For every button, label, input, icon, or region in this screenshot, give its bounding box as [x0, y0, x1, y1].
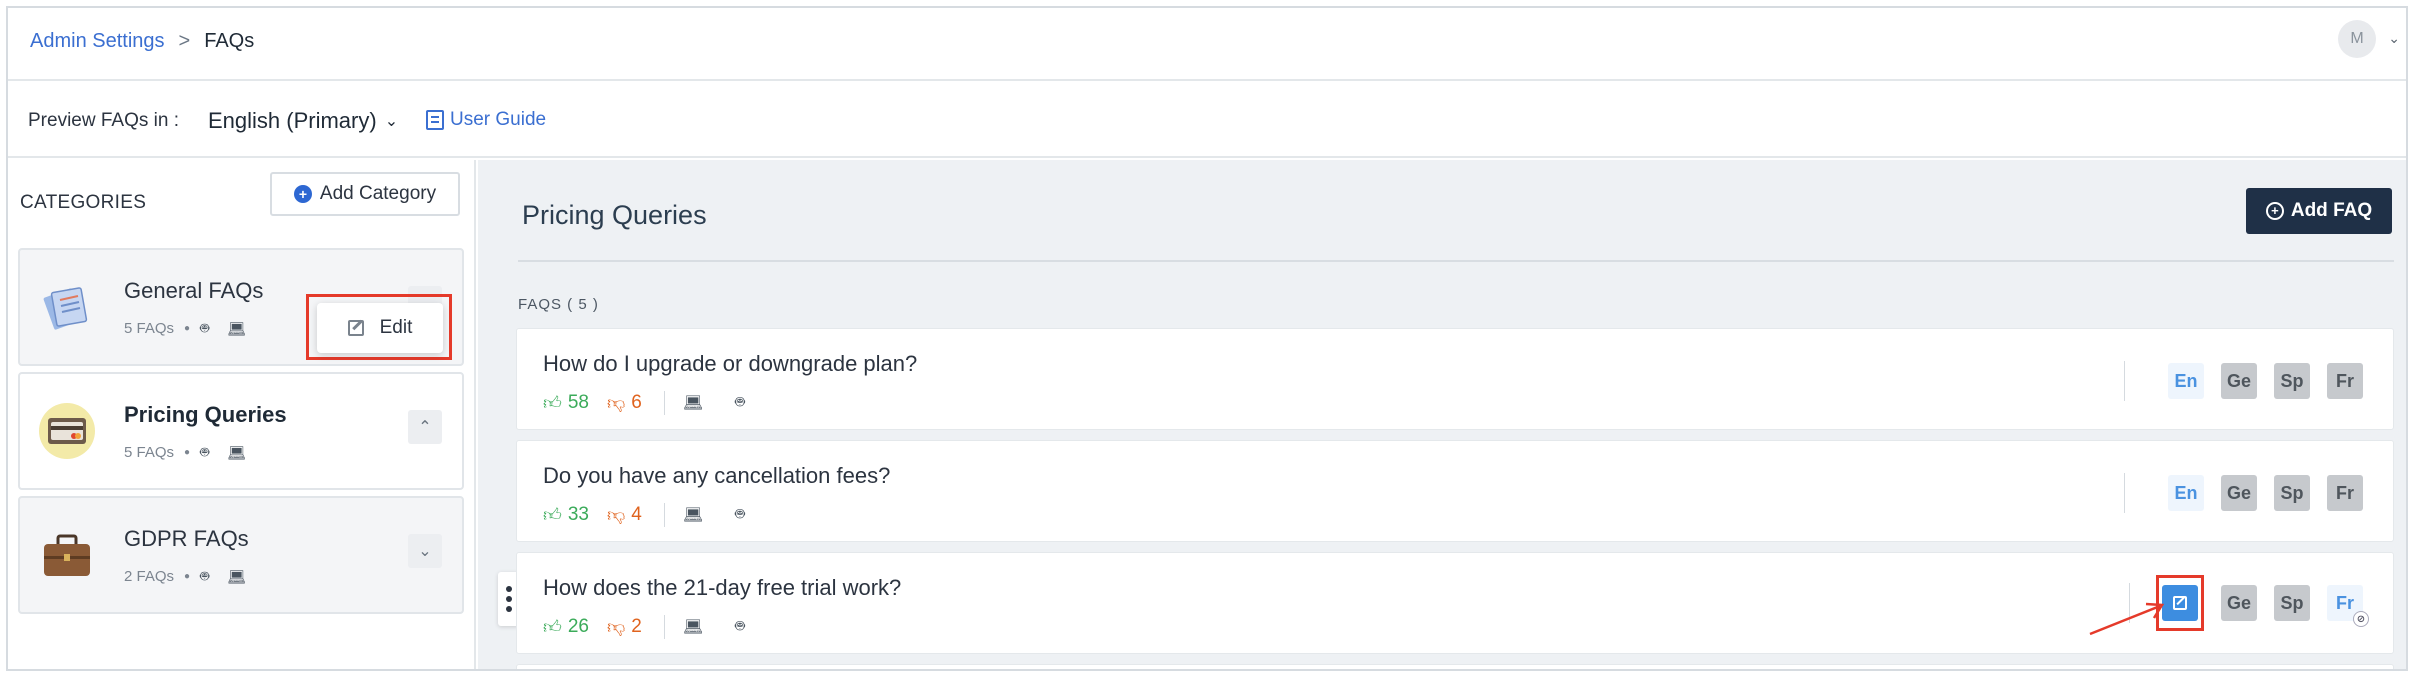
thumbs-up-icon: 👍︎	[543, 393, 562, 413]
eye-off-icon: ⊘	[2353, 611, 2369, 627]
faq-question: Do you have any cancellation fees?	[543, 463, 891, 488]
faq-stats: 👍︎ 33 👎︎ 4 💻︎ 🤖︎	[543, 503, 761, 527]
add-faq-label: Add FAQ	[2290, 200, 2373, 221]
categories-panel: CATEGORIES + Add Category General FAQs 5…	[8, 160, 476, 669]
laptop-icon: 💻︎	[682, 507, 704, 524]
lang-fr-button[interactable]: Fr	[2327, 363, 2363, 399]
thumbs-up-icon: 👍︎	[543, 505, 562, 525]
upvote-count: 👍︎ 26	[543, 616, 589, 637]
faqs-count: FAQS ( 5 )	[518, 296, 599, 313]
downvote-count: 👎︎ 6	[606, 392, 642, 413]
divider	[518, 260, 2394, 262]
edit-label: Edit	[379, 317, 413, 338]
briefcase-icon	[44, 534, 90, 576]
user-guide-link[interactable]: User Guide	[426, 109, 546, 131]
category-name: General FAQs	[124, 278, 264, 303]
breadcrumb-current: FAQs	[204, 30, 255, 52]
language-select[interactable]: English (Primary) ⌄	[208, 108, 398, 134]
downvote-count: 👎︎ 2	[606, 616, 642, 637]
avatar[interactable]: M	[2338, 20, 2376, 58]
top-header: Admin Settings > FAQs M ⌄	[8, 8, 2406, 81]
book-icon	[426, 110, 444, 130]
language-buttons: En Ge Sp Fr	[2124, 361, 2363, 401]
preview-bar: Preview FAQs in : English (Primary) ⌄ Us…	[8, 83, 2406, 158]
credit-card-icon	[39, 403, 95, 459]
android-icon: 🤖︎	[200, 444, 210, 461]
category-name: Pricing Queries	[124, 402, 287, 427]
user-guide-label: User Guide	[450, 109, 547, 130]
category-meta: 5 FAQs ● 🤖︎ 💻︎	[124, 444, 247, 462]
edit-menu-item[interactable]: Edit	[317, 303, 443, 353]
expand-chevron-button[interactable]: ⌄	[408, 534, 442, 568]
thumbs-down-icon: 👎︎	[606, 505, 626, 525]
lang-ge-button[interactable]: Ge	[2221, 475, 2257, 511]
add-category-button[interactable]: + Add Category	[270, 172, 460, 216]
breadcrumb: Admin Settings > FAQs	[30, 30, 254, 53]
faq-count: 5 FAQs	[124, 320, 175, 337]
preview-label: Preview FAQs in :	[28, 110, 179, 131]
android-icon: 🤖︎	[735, 618, 745, 635]
lang-sp-button[interactable]: Sp	[2274, 585, 2310, 621]
chevron-down-icon: ⌄	[384, 113, 399, 130]
documents-icon	[43, 287, 88, 330]
chevron-right-icon: >	[178, 30, 191, 52]
android-icon: 🤖︎	[200, 568, 210, 585]
chevron-up-icon: ⌃	[418, 419, 432, 436]
edit-icon	[347, 320, 364, 336]
faq-row[interactable]	[516, 664, 2394, 669]
android-icon: 🤖︎	[735, 506, 745, 523]
lang-ge-button[interactable]: Ge	[2221, 363, 2257, 399]
add-faq-button[interactable]: + Add FAQ	[2246, 188, 2392, 234]
lang-ge-button[interactable]: Ge	[2221, 585, 2257, 621]
category-card-gdpr[interactable]: GDPR FAQs 2 FAQs ● 🤖︎ 💻︎ ⌄	[18, 496, 464, 614]
categories-heading: CATEGORIES	[20, 192, 147, 213]
category-card-pricing[interactable]: Pricing Queries 5 FAQs ● 🤖︎ 💻︎ ⌃	[18, 372, 464, 490]
plus-circle-icon: +	[2265, 202, 2284, 220]
thumbs-down-icon: 👎︎	[606, 393, 626, 413]
chevron-down-icon: ⌄	[418, 543, 432, 560]
annotation-arrow-icon	[2089, 602, 2165, 636]
collapse-chevron-button[interactable]: ⌃	[408, 410, 442, 444]
faq-row[interactable]: How do I upgrade or downgrade plan? 👍︎ 58…	[516, 328, 2394, 430]
laptop-icon: 💻︎	[682, 395, 704, 412]
laptop-icon: 💻︎	[227, 568, 247, 586]
faq-count: 2 FAQs	[124, 568, 175, 585]
edit-menu-highlight: Edit	[306, 294, 452, 360]
breadcrumb-admin-settings-link[interactable]: Admin Settings	[30, 30, 165, 53]
faq-row[interactable]: Do you have any cancellation fees? 👍︎ 33 …	[516, 440, 2394, 542]
upvote-count: 👍︎ 33	[543, 504, 589, 525]
lang-sp-button[interactable]: Sp	[2274, 475, 2310, 511]
app-frame: Admin Settings > FAQs M ⌄ Preview FAQs i…	[6, 6, 2408, 671]
thumbs-down-icon: 👎︎	[606, 617, 626, 637]
category-meta: 2 FAQs ● 🤖︎ 💻︎	[124, 568, 247, 586]
laptop-icon: 💻︎	[682, 619, 704, 636]
android-icon: 🤖︎	[200, 320, 210, 337]
upvote-count: 👍︎ 58	[543, 392, 589, 413]
faq-panel: Pricing Queries + Add FAQ FAQS ( 5 ) How…	[478, 160, 2406, 669]
lang-fr-button[interactable]: Fr	[2327, 475, 2363, 511]
category-meta: 5 FAQs ● 🤖︎ 💻︎	[124, 320, 247, 338]
language-buttons: En Ge Sp Fr	[2124, 473, 2363, 513]
category-name: GDPR FAQs	[124, 526, 249, 551]
downvote-count: 👎︎ 4	[606, 504, 642, 525]
language-select-value: English (Primary)	[208, 108, 377, 133]
laptop-icon: 💻︎	[227, 444, 247, 462]
faq-stats: 👍︎ 26 👎︎ 2 💻︎ 🤖︎	[543, 615, 761, 639]
lang-en-button[interactable]: En	[2168, 475, 2204, 511]
android-icon: 🤖︎	[735, 394, 745, 411]
faq-question: How do I upgrade or downgrade plan?	[543, 351, 918, 376]
faq-stats: 👍︎ 58 👎︎ 6 💻︎ 🤖︎	[543, 391, 761, 415]
page-title: Pricing Queries	[522, 200, 707, 230]
plus-circle-icon: +	[293, 185, 312, 203]
faq-question: How does the 21-day free trial work?	[543, 575, 902, 600]
laptop-icon: 💻︎	[227, 320, 247, 338]
lang-en-button[interactable]: En	[2168, 363, 2204, 399]
thumbs-up-icon: 👍︎	[543, 617, 562, 637]
add-category-label: Add Category	[319, 183, 437, 204]
lang-sp-button[interactable]: Sp	[2274, 363, 2310, 399]
chevron-down-icon[interactable]: ⌄	[2388, 30, 2400, 47]
faq-count: 5 FAQs	[124, 444, 175, 461]
lang-fr-button[interactable]: Fr ⊘	[2327, 585, 2369, 627]
edit-icon	[2173, 596, 2187, 610]
